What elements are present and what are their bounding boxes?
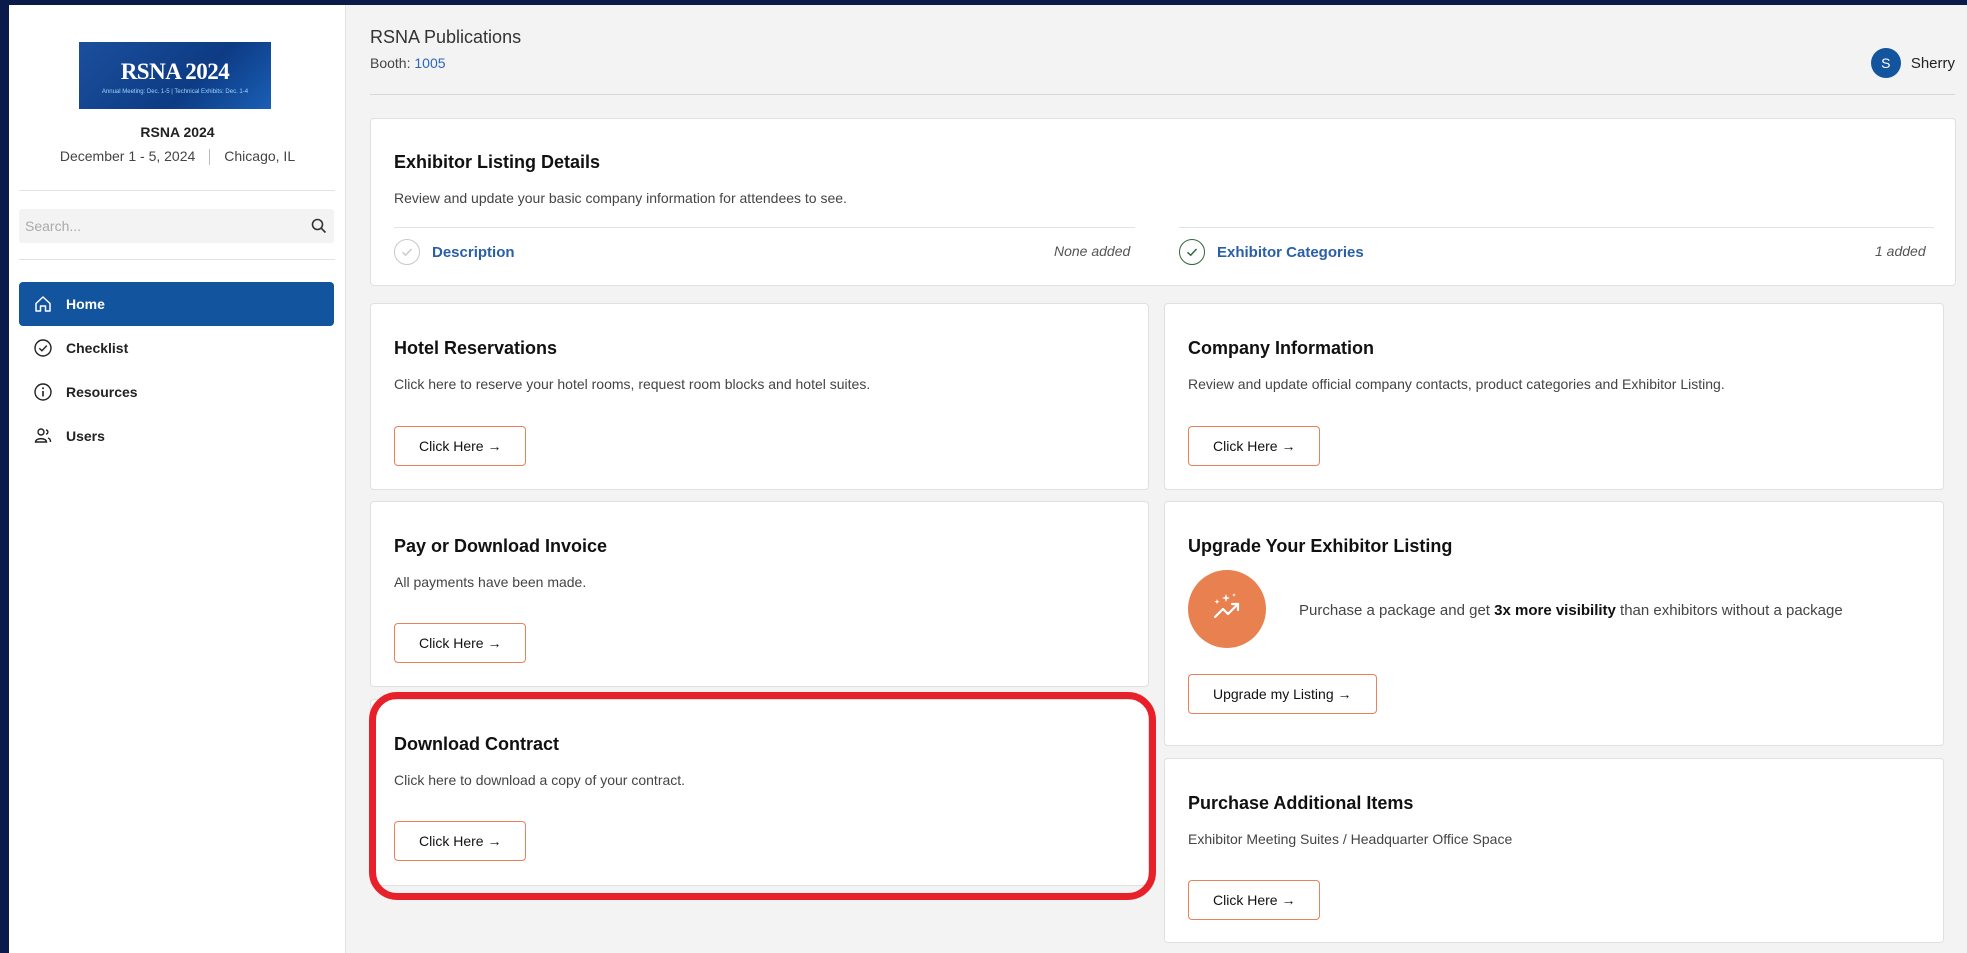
divider <box>209 149 211 166</box>
card-description: Exhibitor Meeting Suites / Headquarter O… <box>1188 831 1513 847</box>
search-input[interactable] <box>19 218 304 234</box>
app-window: RSNA 2024 Annual Meeting: Dec. 1-5 | Tec… <box>9 5 1967 953</box>
avatar: S <box>1870 48 1901 78</box>
card-description: Click here to download a copy of your co… <box>394 772 686 788</box>
card-title: Company Information <box>1188 338 1375 358</box>
sidebar-item-label: Checklist <box>66 340 129 356</box>
check-circle-icon <box>1179 239 1205 265</box>
card-title: Pay or Download Invoice <box>394 536 608 556</box>
card-exhibitor-listing: Exhibitor Listing Details Review and upd… <box>370 118 1956 286</box>
promo-text-before: Purchase a package and get <box>1299 602 1495 619</box>
additional-click-here-button[interactable]: Click Here → <box>1188 880 1321 920</box>
invoice-click-here-button[interactable]: Click Here → <box>394 623 527 663</box>
divider <box>1179 227 1934 228</box>
sidebar-item-checklist[interactable]: Checklist <box>19 326 334 370</box>
check-circle-icon <box>32 337 54 359</box>
sidebar-item-label: Users <box>66 428 105 444</box>
home-icon <box>32 293 54 315</box>
booth-info: Booth: 1005 <box>370 55 446 71</box>
card-invoice: Pay or Download Invoice All payments hav… <box>370 501 1149 687</box>
divider <box>394 227 1135 228</box>
page-title: RSNA Publications <box>370 27 522 47</box>
upgrade-promo-text: Purchase a package and get 3x more visib… <box>1299 602 1843 619</box>
hotel-click-here-button[interactable]: Click Here → <box>394 426 527 466</box>
card-description: Click here to reserve your hotel rooms, … <box>394 376 871 392</box>
listing-item-label: Description <box>432 243 515 261</box>
listing-item-exhibitor-categories[interactable]: Exhibitor Categories <box>1179 237 1364 267</box>
logo-title: RSNA 2024 <box>120 59 230 84</box>
card-hotel-reservations: Hotel Reservations Click here to reserve… <box>370 303 1149 490</box>
promo-text-after: than exhibitors without a package <box>1615 602 1843 619</box>
card-title: Purchase Additional Items <box>1188 793 1414 813</box>
divider <box>19 190 335 191</box>
divider <box>370 94 1955 95</box>
booth-number-link[interactable]: 1005 <box>414 55 445 71</box>
card-download-contract: Download Contract Click here to download… <box>370 699 1149 886</box>
listing-status: 1 added <box>1875 243 1926 259</box>
users-icon <box>32 425 54 447</box>
event-meta: December 1 - 5, 2024 Chicago, IL <box>9 148 346 166</box>
sidebar-item-resources[interactable]: Resources <box>19 370 334 414</box>
sidebar: RSNA 2024 Annual Meeting: Dec. 1-5 | Tec… <box>9 5 346 953</box>
card-title: Download Contract <box>394 734 559 754</box>
divider <box>19 259 335 260</box>
sidebar-item-users[interactable]: Users <box>19 414 334 458</box>
sidebar-item-label: Resources <box>66 384 138 400</box>
user-menu[interactable]: S Sherry <box>1870 48 1955 78</box>
card-title: Hotel Reservations <box>394 338 558 358</box>
card-description: Review and update your basic company inf… <box>394 190 847 206</box>
card-upgrade-listing: Upgrade Your Exhibitor Listing Purchase … <box>1164 501 1944 746</box>
booth-label: Booth: <box>370 55 411 71</box>
logo-subtitle: Annual Meeting: Dec. 1-5 | Technical Exh… <box>101 89 249 95</box>
listing-item-description[interactable]: Description <box>394 237 515 267</box>
company-click-here-button[interactable]: Click Here → <box>1188 426 1321 466</box>
sidebar-item-label: Home <box>66 296 105 312</box>
check-circle-icon <box>394 239 420 265</box>
card-company-information: Company Information Review and update of… <box>1164 303 1944 490</box>
listing-item-label: Exhibitor Categories <box>1217 243 1364 261</box>
sidebar-item-home[interactable]: Home <box>19 282 334 326</box>
card-description: All payments have been made. <box>394 574 587 590</box>
card-title: Exhibitor Listing Details <box>394 152 601 172</box>
sparkle-trend-icon <box>1188 570 1266 648</box>
main-content: RSNA Publications Booth: 1005 S Sherry E… <box>346 5 1967 953</box>
search-box <box>19 209 334 243</box>
card-title: Upgrade Your Exhibitor Listing <box>1188 536 1453 556</box>
info-icon <box>32 381 54 403</box>
upgrade-listing-button[interactable]: Upgrade my Listing → <box>1188 674 1377 714</box>
card-description: Review and update official company conta… <box>1188 376 1725 392</box>
event-name: RSNA 2024 <box>140 124 215 140</box>
search-icon[interactable] <box>304 218 334 234</box>
user-name: Sherry <box>1910 54 1955 72</box>
card-additional-items: Purchase Additional Items Exhibitor Meet… <box>1164 758 1944 943</box>
contract-click-here-button[interactable]: Click Here → <box>394 821 527 861</box>
sidebar-nav: Home Checklist Resources Users <box>19 282 334 458</box>
promo-text-bold: 3x more visibility <box>1494 602 1616 619</box>
listing-status: None added <box>1054 243 1131 259</box>
rsna-logo[interactable]: RSNA 2024 Annual Meeting: Dec. 1-5 | Tec… <box>79 42 271 109</box>
event-dates: December 1 - 5, 2024 <box>59 148 196 164</box>
event-location: Chicago, IL <box>224 148 296 164</box>
